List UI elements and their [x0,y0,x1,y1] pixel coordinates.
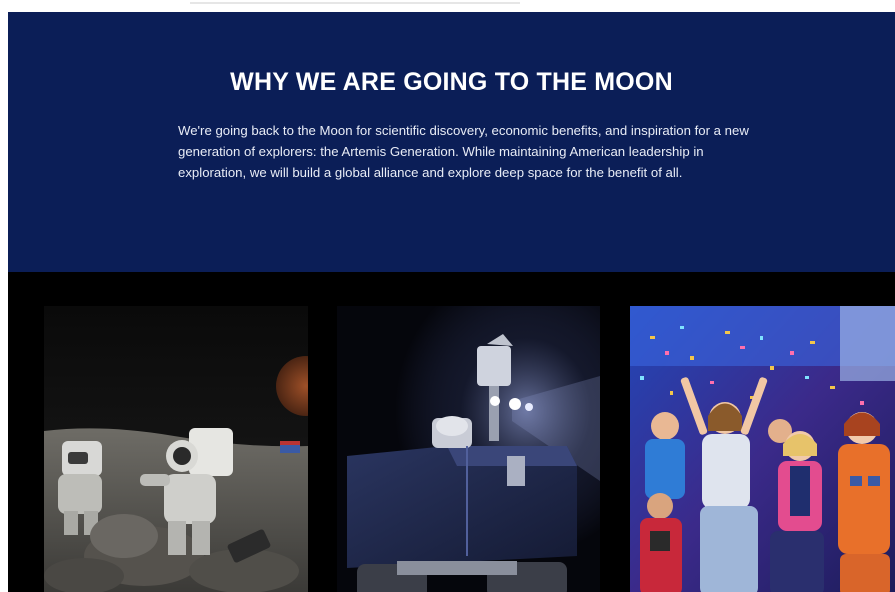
section-title: WHY WE ARE GOING TO THE MOON [230,68,673,96]
viper-rover-image[interactable] [337,306,600,592]
why-moon-section: WHY WE ARE GOING TO THE MOON We're going… [8,12,895,272]
page: WHY WE ARE GOING TO THE MOON We're going… [0,0,895,592]
section-description: We're going back to the Moon for scienti… [178,123,749,180]
clipped-heading-fragment [190,0,520,4]
astronauts-on-moon-image[interactable] [44,306,308,592]
top-strip [0,0,895,12]
artemis-generation-kids-image[interactable] [630,306,895,592]
